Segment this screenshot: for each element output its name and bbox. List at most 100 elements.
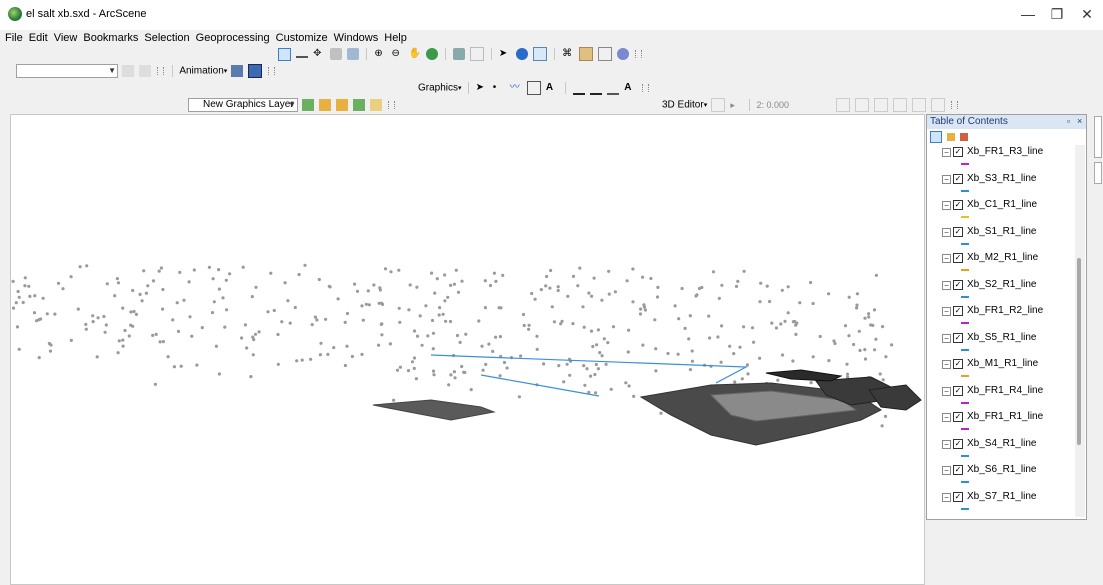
- html-popup-icon[interactable]: [533, 47, 547, 61]
- menu-geoprocessing[interactable]: Geoprocessing: [193, 30, 273, 46]
- polygon-graphic-icon[interactable]: [526, 81, 541, 95]
- toc-layer-item[interactable]: − ✓ Xb_S1_R1_line: [927, 225, 1075, 251]
- toc-layer-item[interactable]: − ✓ Xb_S2_R1_line: [927, 278, 1075, 304]
- right-dock-strip[interactable]: [1094, 114, 1103, 194]
- layer-tool-a-icon[interactable]: [122, 65, 135, 77]
- layer-visibility-checkbox[interactable]: ✓: [953, 412, 963, 422]
- text-graphic-icon[interactable]: A: [546, 82, 558, 94]
- layer-name[interactable]: Xb_FR1_R3_line: [967, 146, 1043, 157]
- measure-icon[interactable]: [579, 47, 594, 61]
- menu-bookmarks[interactable]: Bookmarks: [80, 30, 141, 46]
- toc-dock-button[interactable]: ▫: [1067, 116, 1070, 126]
- toc-layer-item[interactable]: − ✓ Xb_M2_R1_line: [927, 251, 1075, 277]
- layer-name[interactable]: Xb_FR1_R1_line: [967, 411, 1043, 422]
- layer-properties-icon[interactable]: [598, 47, 613, 61]
- layer-name[interactable]: Xb_S2_R1_line: [967, 279, 1037, 290]
- target-center-icon[interactable]: ✥: [313, 48, 325, 60]
- layer-tool-b-icon[interactable]: [139, 65, 152, 77]
- toolbar-grip[interactable]: [635, 50, 643, 58]
- layer-dropdown[interactable]: ▼: [16, 64, 118, 78]
- layer-line-symbol[interactable]: [961, 348, 969, 351]
- restore-button[interactable]: ❐: [1047, 6, 1067, 23]
- toc-layer-item[interactable]: − ✓ Xb_FR1_R2_line: [927, 304, 1075, 330]
- 3d-editor-menu[interactable]: 3D Editor: [662, 100, 704, 111]
- collapse-icon[interactable]: −: [942, 413, 951, 422]
- graphics-tool-e-icon[interactable]: [370, 99, 383, 111]
- menu-customize[interactable]: Customize: [273, 30, 331, 46]
- edit-vertices-icon[interactable]: ▸: [730, 99, 742, 111]
- collapse-icon[interactable]: −: [942, 466, 951, 475]
- layer-line-symbol[interactable]: [961, 322, 969, 324]
- point-graphic-icon[interactable]: •: [493, 82, 505, 94]
- toc-layer-item[interactable]: − ✓ Xb_FR1_R4_line: [927, 384, 1075, 410]
- graphics-menu-arrow-icon[interactable]: ▾: [458, 85, 462, 92]
- collapse-icon[interactable]: −: [942, 280, 951, 290]
- 3d-editor-menu-arrow-icon[interactable]: ▾: [704, 102, 708, 109]
- 3d-scene-viewport[interactable]: [10, 114, 925, 585]
- layer-line-symbol[interactable]: [961, 428, 969, 430]
- list-by-drawing-order-icon[interactable]: [930, 131, 942, 144]
- collapse-icon[interactable]: −: [942, 254, 951, 263]
- layer-line-symbol[interactable]: [961, 295, 969, 298]
- animation-menu[interactable]: Animation: [179, 66, 223, 77]
- attributes-icon[interactable]: [893, 98, 908, 112]
- create-features-icon[interactable]: [931, 98, 946, 112]
- edit-tool-icon[interactable]: [711, 98, 726, 112]
- layer-name[interactable]: Xb_S6_R1_line: [967, 464, 1037, 475]
- move-tool-icon[interactable]: [855, 98, 870, 112]
- graphics-menu[interactable]: Graphics: [418, 83, 458, 94]
- collapse-icon[interactable]: −: [942, 148, 951, 157]
- font-color-icon[interactable]: A: [624, 82, 636, 94]
- line-graphic-icon[interactable]: 〰: [510, 82, 522, 94]
- layer-name[interactable]: Xb_S5_R1_line: [967, 332, 1037, 343]
- scene-canvas[interactable]: [11, 115, 924, 584]
- menu-windows[interactable]: Windows: [331, 30, 382, 46]
- graphics-tool-c-icon[interactable]: [336, 99, 349, 111]
- list-by-source-icon[interactable]: [947, 133, 956, 142]
- layer-visibility-checkbox[interactable]: ✓: [953, 438, 963, 449]
- layer-line-symbol[interactable]: [961, 189, 969, 192]
- collapse-icon[interactable]: −: [942, 386, 951, 396]
- graphics-tool-b-icon[interactable]: [319, 99, 332, 111]
- pan-icon[interactable]: ✋: [409, 48, 421, 60]
- split-tool-icon[interactable]: [836, 98, 851, 112]
- rotate-tool-icon[interactable]: [874, 98, 889, 112]
- layer-name[interactable]: Xb_S4_R1_line: [967, 438, 1037, 449]
- toc-layer-item[interactable]: − ✓ Xb_S5_R1_line: [927, 331, 1075, 357]
- layer-line-symbol[interactable]: [961, 269, 969, 271]
- point-color-icon[interactable]: [573, 81, 586, 95]
- zoom-out-icon[interactable]: ⊖: [391, 48, 403, 60]
- fill-color-icon[interactable]: [607, 81, 620, 95]
- layer-visibility-checkbox[interactable]: ✓: [953, 332, 963, 343]
- layer-line-symbol[interactable]: [961, 216, 969, 218]
- toc-layer-item[interactable]: − ✓ Xb_C1_R1_line: [927, 198, 1075, 224]
- identify-icon[interactable]: [515, 48, 528, 60]
- zoom-in-icon[interactable]: ⊕: [374, 48, 386, 60]
- zoom-to-target-icon[interactable]: [330, 48, 343, 60]
- toolbar-grip[interactable]: [388, 101, 396, 109]
- new-graphics-layer-dropdown[interactable]: New Graphics Layer ▼: [188, 98, 298, 112]
- toc-layer-item[interactable]: − ✓ Xb_S4_R1_line: [927, 437, 1075, 463]
- select-graphics-icon[interactable]: ➤: [476, 82, 488, 94]
- full-extent-icon[interactable]: [425, 48, 438, 60]
- toolbar-grip[interactable]: [268, 67, 276, 75]
- layer-name[interactable]: Xb_M1_R1_line: [967, 358, 1038, 369]
- toolbar-grip[interactable]: [642, 84, 650, 92]
- layer-line-symbol[interactable]: [961, 401, 969, 404]
- layer-visibility-checkbox[interactable]: ✓: [953, 385, 963, 396]
- collapse-icon[interactable]: −: [942, 439, 951, 449]
- toc-layer-item[interactable]: − ✓ Xb_S6_R1_line: [927, 463, 1075, 489]
- list-by-visibility-icon[interactable]: [960, 133, 969, 142]
- toc-layer-item[interactable]: − ✓ Xb_S3_R1_line: [927, 172, 1075, 198]
- toc-layer-item[interactable]: − ✓ Xb_M1_R1_line: [927, 357, 1075, 383]
- toc-close-button[interactable]: ×: [1077, 116, 1082, 126]
- collapse-icon[interactable]: −: [942, 174, 951, 184]
- toc-layer-item[interactable]: − ✓ Xb_FR1_R1_line: [927, 410, 1075, 436]
- layer-visibility-checkbox[interactable]: ✓: [953, 306, 963, 316]
- animation-menu-arrow-icon[interactable]: ▾: [224, 68, 228, 75]
- layer-visibility-checkbox[interactable]: ✓: [953, 147, 963, 157]
- layer-name[interactable]: Xb_S7_R1_line: [967, 491, 1037, 502]
- collapse-icon[interactable]: −: [942, 333, 951, 343]
- layer-visibility-checkbox[interactable]: ✓: [953, 491, 963, 502]
- animation-controls-icon[interactable]: [248, 64, 263, 78]
